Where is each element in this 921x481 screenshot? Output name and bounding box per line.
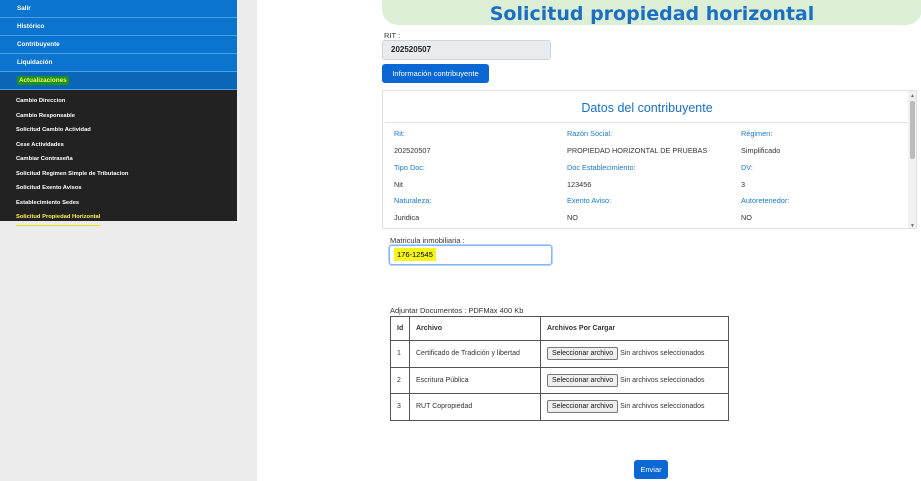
submenu-item-establecimiento-sedes[interactable]: Establecimiento Sedes: [0, 196, 237, 211]
field-exento-aviso-label: Exento Aviso:: [567, 196, 612, 205]
menu-item-salir[interactable]: Salir: [0, 0, 237, 18]
field-naturaleza-label: Naturaleza:: [394, 196, 432, 205]
field-tipo-doc: Tipo Doc: Nit: [394, 163, 425, 189]
file-status: Sin archivos seleccionados: [620, 376, 705, 384]
documents-table: Id Archivo Archivos Por Cargar 1 Certifi…: [390, 316, 729, 421]
field-regimen-value: Simplificado: [741, 146, 781, 155]
field-rit: Rit: 202520507: [394, 129, 431, 155]
matricula-value: 176-12545: [394, 248, 436, 261]
field-exento-aviso-value: NO: [567, 213, 578, 222]
submenu-item-propiedad-horizontal[interactable]: Solicitud Propiedad Horizontal: [0, 210, 237, 226]
submenu-item-cambiar-contrasena[interactable]: Cambiar Contraseña: [0, 152, 237, 167]
row-upload: Seleccionar archivo Sin archivos seleccio…: [540, 393, 729, 421]
table-row: 3 RUT Copropiedad Seleccionar archivo Sin…: [390, 393, 729, 421]
field-razon-social-value: PROPIEDAD HORIZONTAL DE PRUEBAS: [567, 146, 708, 155]
scroll-thumb[interactable]: [910, 101, 915, 159]
table-row: 1 Certificado de Tradición y libertad Se…: [390, 340, 729, 368]
menu-item-contribuyente[interactable]: Contribuyente: [0, 36, 237, 54]
field-rit-label: Rit:: [394, 129, 405, 138]
rit-label: RIT :: [384, 31, 401, 40]
field-regimen-label: Régimen:: [741, 129, 773, 138]
send-button[interactable]: Enviar: [634, 460, 668, 479]
table-header-row: Id Archivo Archivos Por Cargar: [390, 316, 729, 341]
main-content: Solicitud propiedad horizontal RIT : 202…: [257, 0, 921, 481]
documents-label: Adjuntar Documentos : PDFMax 400 Kb: [390, 306, 524, 315]
matricula-input[interactable]: 176-12545: [389, 245, 552, 265]
card-scrollbar[interactable]: ▲ ▼: [908, 91, 916, 228]
select-file-button[interactable]: Seleccionar archivo: [547, 347, 619, 361]
file-status: Sin archivos seleccionados: [620, 350, 705, 358]
field-naturaleza-value: Juridica: [394, 213, 420, 222]
menu-item-actualizaciones[interactable]: Actualizaciones: [0, 72, 237, 90]
header-archivos-por-cargar: Archivos Por Cargar: [540, 316, 729, 341]
select-file-button[interactable]: Seleccionar archivo: [547, 400, 619, 414]
field-doc-establecimiento-value: 123456: [567, 180, 592, 189]
field-dv-value: 3: [741, 180, 746, 189]
field-dv: DV: 3: [741, 163, 753, 189]
submenu-item-exento-avisos[interactable]: Solicitud Exento Avisos: [0, 181, 237, 196]
submenu-item-cambio-actividad[interactable]: Solicitud Cambio Actividad: [0, 123, 237, 138]
menu-item-historico[interactable]: Histórico: [0, 18, 237, 36]
title-banner: Solicitud propiedad horizontal: [382, 0, 921, 25]
field-autoretenedor-label: Autoretenedor:: [741, 196, 790, 205]
table-row: 2 Escritura Pública Seleccionar archivo S…: [390, 366, 729, 394]
field-rit-value: 202520507: [394, 146, 431, 155]
submenu-item-cese-actividades[interactable]: Cese Actividades: [0, 138, 237, 153]
submenu-item-propiedad-horizontal-label: Solicitud Propiedad Horizontal: [16, 210, 101, 226]
row-id: 3: [390, 393, 410, 421]
scroll-down-arrow-icon[interactable]: ▼: [910, 223, 915, 228]
scroll-up-arrow-icon[interactable]: ▲: [910, 93, 915, 99]
submenu-item-cambio-direccion[interactable]: Cambio Direccion: [0, 94, 237, 109]
info-contribuyente-button[interactable]: Información contribuyente: [382, 64, 489, 83]
field-razon-social: Razón Social: PROPIEDAD HORIZONTAL DE PR…: [567, 129, 707, 155]
menu-item-actualizaciones-label: Actualizaciones: [17, 76, 69, 85]
page-title: Solicitud propiedad horizontal: [489, 3, 815, 25]
field-exento-aviso: Exento Aviso: NO: [567, 196, 611, 222]
field-autoretenedor: Autoretenedor: NO: [741, 196, 789, 222]
side-menu: Salir Histórico Contribuyente Liquidació…: [0, 0, 237, 226]
card-divider: [385, 122, 909, 123]
select-file-button[interactable]: Seleccionar archivo: [547, 373, 619, 387]
row-archivo: Certificado de Tradición y libertad: [409, 340, 541, 368]
field-regimen: Régimen: Simplificado: [741, 129, 780, 155]
submenu-item-regimen-simple[interactable]: Solicitud Regimen Simple de Tributacion: [0, 167, 237, 182]
field-autoretenedor-value: NO: [741, 213, 752, 222]
field-dv-label: DV:: [741, 163, 753, 172]
row-archivo: RUT Copropiedad: [409, 393, 541, 421]
field-razon-social-label: Razón Social:: [567, 129, 613, 138]
field-doc-establecimiento-label: Doc Establecimiento:: [567, 163, 636, 172]
field-tipo-doc-label: Tipo Doc:: [394, 163, 425, 172]
contribuyente-card: Datos del contribuyente Rit: 202520507 R…: [382, 90, 917, 229]
matricula-label: Matricula inmobiliaria :: [390, 236, 465, 245]
file-status: Sin archivos seleccionados: [620, 403, 705, 411]
menu-item-liquidacion[interactable]: Liquidación: [0, 54, 237, 72]
field-tipo-doc-value: Nit: [394, 180, 403, 189]
row-upload: Seleccionar archivo Sin archivos seleccio…: [540, 366, 729, 394]
submenu-item-cambio-responsable[interactable]: Cambio Responsable: [0, 109, 237, 124]
row-id: 2: [390, 366, 410, 394]
field-doc-establecimiento: Doc Establecimiento: 123456: [567, 163, 636, 189]
row-id: 1: [390, 340, 410, 368]
header-archivo: Archivo: [409, 316, 541, 341]
field-naturaleza: Naturaleza: Juridica: [394, 196, 431, 222]
card-title: Datos del contribuyente: [581, 101, 713, 115]
row-archivo: Escritura Pública: [409, 366, 541, 394]
left-panel: Salir Histórico Contribuyente Liquidació…: [0, 0, 257, 481]
header-id: Id: [390, 316, 410, 341]
rit-input[interactable]: 202520507: [382, 40, 551, 60]
row-upload: Seleccionar archivo Sin archivos seleccio…: [540, 340, 729, 368]
